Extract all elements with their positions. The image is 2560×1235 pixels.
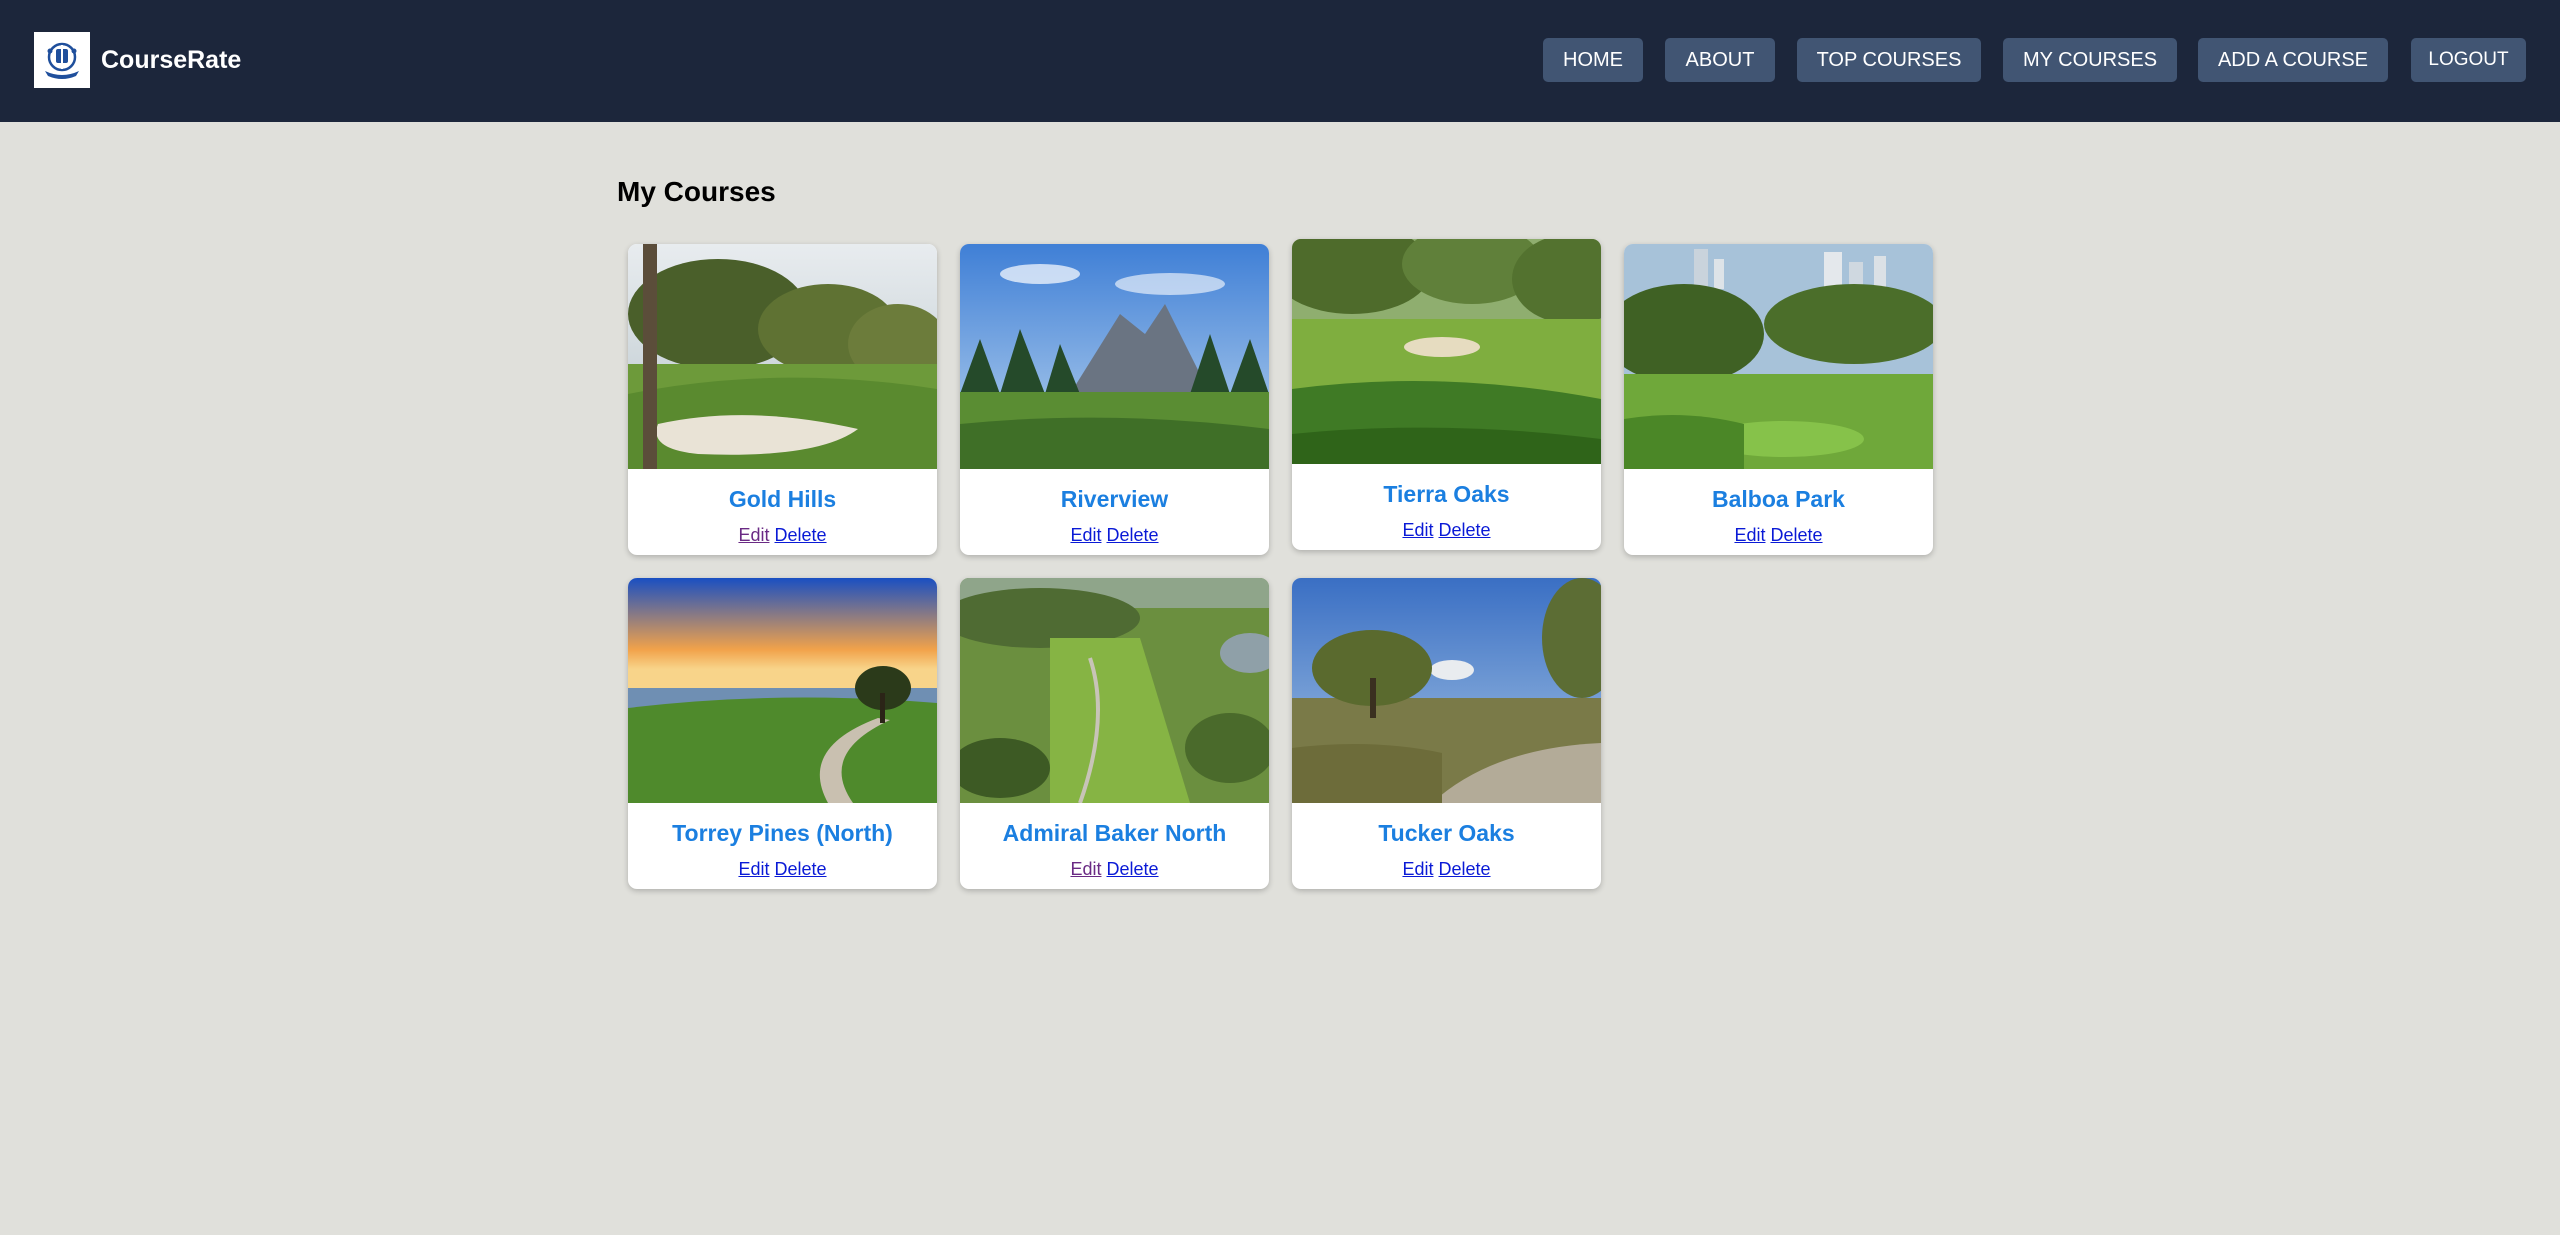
course-photo — [960, 244, 1269, 469]
course-actions: Edit Delete — [628, 525, 937, 546]
delete-link[interactable]: Delete — [1771, 525, 1823, 545]
brand-name: CourseRate — [101, 45, 242, 74]
course-name[interactable]: Balboa Park — [1624, 486, 1933, 513]
edit-link[interactable]: Edit — [738, 525, 769, 545]
edit-link[interactable]: Edit — [1734, 525, 1765, 545]
course-actions: Edit Delete — [1292, 859, 1601, 880]
nav-top-courses-button[interactable]: TOP COURSES — [1797, 38, 1981, 82]
course-photo — [1292, 239, 1601, 464]
course-actions: Edit Delete — [1292, 520, 1601, 541]
course-name[interactable]: Tucker Oaks — [1292, 820, 1601, 847]
delete-link[interactable]: Delete — [775, 525, 827, 545]
course-photo — [628, 578, 937, 803]
course-photo — [628, 244, 937, 469]
delete-link[interactable]: Delete — [1107, 859, 1159, 879]
nav-logout-button[interactable]: LOGOUT — [2411, 38, 2526, 82]
brand[interactable]: CourseRate — [34, 32, 241, 88]
course-card: Tucker Oaks Edit Delete — [1292, 578, 1601, 889]
delete-link[interactable]: Delete — [775, 859, 827, 879]
nav-about-button[interactable]: ABOUT — [1665, 38, 1775, 82]
course-actions: Edit Delete — [960, 525, 1269, 546]
golf-crest-logo-icon — [34, 32, 90, 88]
course-card: Balboa Park Edit Delete — [1624, 244, 1933, 555]
course-actions: Edit Delete — [1624, 525, 1933, 546]
course-photo — [1292, 578, 1601, 803]
course-actions: Edit Delete — [960, 859, 1269, 880]
top-navigation-bar: CourseRate HOME ABOUT TOP COURSES MY COU… — [0, 0, 2560, 122]
course-card: Admiral Baker North Edit Delete — [960, 578, 1269, 889]
course-name[interactable]: Gold Hills — [628, 486, 937, 513]
nav-my-courses-button[interactable]: MY COURSES — [2003, 38, 2177, 82]
nav-add-course-button[interactable]: ADD A COURSE — [2198, 38, 2388, 82]
edit-link[interactable]: Edit — [1402, 859, 1433, 879]
nav-home-button[interactable]: HOME — [1543, 38, 1643, 82]
course-photo — [960, 578, 1269, 803]
edit-link[interactable]: Edit — [1070, 859, 1101, 879]
edit-link[interactable]: Edit — [1402, 520, 1433, 540]
course-card: Tierra Oaks Edit Delete — [1292, 239, 1601, 550]
course-name[interactable]: Tierra Oaks — [1292, 481, 1601, 508]
edit-link[interactable]: Edit — [738, 859, 769, 879]
edit-link[interactable]: Edit — [1070, 525, 1101, 545]
course-name[interactable]: Riverview — [960, 486, 1269, 513]
page-title: My Courses — [617, 176, 776, 207]
course-card: Riverview Edit Delete — [960, 244, 1269, 555]
course-photo — [1624, 244, 1933, 469]
delete-link[interactable]: Delete — [1439, 859, 1491, 879]
course-name[interactable]: Torrey Pines (North) — [628, 820, 937, 847]
delete-link[interactable]: Delete — [1439, 520, 1491, 540]
course-card: Torrey Pines (North) Edit Delete — [628, 578, 937, 889]
course-card: Gold Hills Edit Delete — [628, 244, 937, 555]
delete-link[interactable]: Delete — [1107, 525, 1159, 545]
course-name[interactable]: Admiral Baker North — [960, 820, 1269, 847]
course-actions: Edit Delete — [628, 859, 937, 880]
